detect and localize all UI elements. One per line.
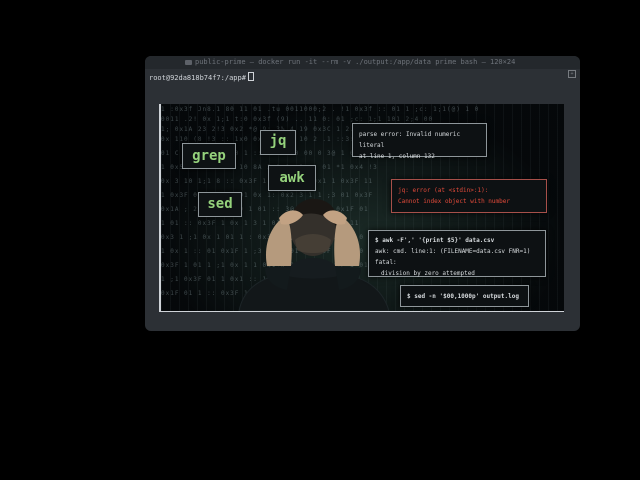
awk-tag: awk (268, 165, 316, 191)
sed-tag: sed (198, 192, 242, 217)
jq-error-message: Cannot index object with number (398, 198, 510, 205)
window-title: public-prime — docker run -it --rm -v ./… (195, 58, 516, 66)
parse-error-location: at line 1, column 132 (359, 153, 435, 160)
parse-error-line: parse error: Invalid numeric literal (359, 131, 461, 149)
jq-error-line: jq: error (at <stdin>:1): (398, 187, 489, 194)
terminal-prompt: root@92da818b74f7:/app# (149, 74, 246, 82)
sed-command: $ sed -n '$00,1000p' output.log (407, 293, 519, 300)
terminal-prompt-line[interactable]: root@92da818b74f7:/app# (149, 72, 254, 83)
folder-icon (185, 60, 192, 65)
code-line: 1 :0x3f Jn8.1 80 11 01 .tu 0011000;2 . !… (161, 106, 480, 113)
window-titlebar[interactable]: public-prime — docker run -it --rm -v ./… (145, 56, 580, 78)
sed-command-box: $ sed -n '$00,1000p' output.log (400, 285, 529, 307)
terminal-window[interactable]: public-prime — docker run -it --rm -v ./… (145, 56, 580, 331)
grep-tag: grep (182, 143, 236, 169)
awk-command: $ awk -F',' '{print $5}' data.csv (375, 237, 495, 244)
awk-error-message: division by zero attempted (381, 270, 475, 277)
terminal-cursor (247, 72, 254, 81)
stressed-developer-illustration: 1 :0x3f Jn8.1 80 11 01 .tu 0011000;2 . !… (159, 104, 564, 312)
jq-tag: jq (260, 130, 296, 155)
awk-error-box: $ awk -F',' '{print $5}' data.csv awk: c… (368, 230, 546, 277)
expand-icon[interactable]: + (568, 70, 576, 78)
parse-error-box: parse error: Invalid numeric literal at … (352, 123, 487, 160)
awk-error-line: awk: cmd. line:1: (FILENAME=data.csv FNR… (375, 248, 531, 266)
jq-error-box: jq: error (at <stdin>:1): Cannot index o… (391, 179, 547, 213)
